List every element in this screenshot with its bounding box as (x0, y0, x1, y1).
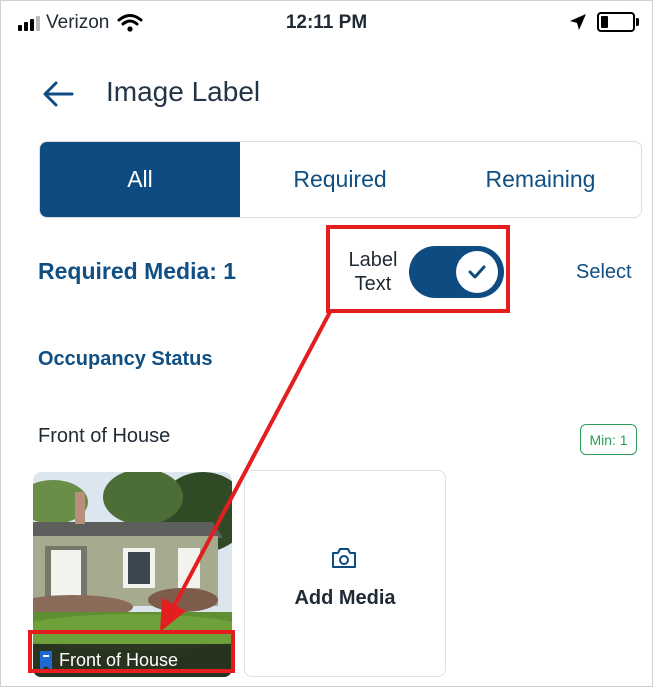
filter-tabs: All Required Remaining (39, 141, 642, 218)
highlight-box-toggle (326, 225, 510, 313)
tab-required[interactable]: Required (240, 142, 440, 217)
section-title-front-of-house: Front of House (38, 425, 171, 447)
status-time: 12:11 PM (285, 12, 368, 33)
page-title: Image Label (106, 76, 261, 107)
status-bar: Verizon 12:11 PM (0, 0, 653, 44)
camera-icon (332, 548, 356, 568)
battery-icon (597, 12, 639, 32)
status-right (569, 12, 639, 32)
required-media-count: Required Media: 1 (38, 258, 237, 284)
min-count-badge: Min: 1 (580, 424, 637, 455)
tab-remaining[interactable]: Remaining (440, 142, 641, 217)
select-button[interactable]: Select (576, 261, 632, 284)
occupancy-status-link[interactable]: Occupancy Status (38, 348, 213, 371)
highlight-box-caption (28, 630, 235, 673)
tab-all[interactable]: All (40, 142, 240, 217)
add-media-label: Add Media (294, 587, 396, 609)
add-media-button[interactable]: Add Media (244, 470, 446, 677)
back-arrow-icon[interactable] (38, 76, 78, 112)
location-arrow-icon (570, 14, 586, 30)
